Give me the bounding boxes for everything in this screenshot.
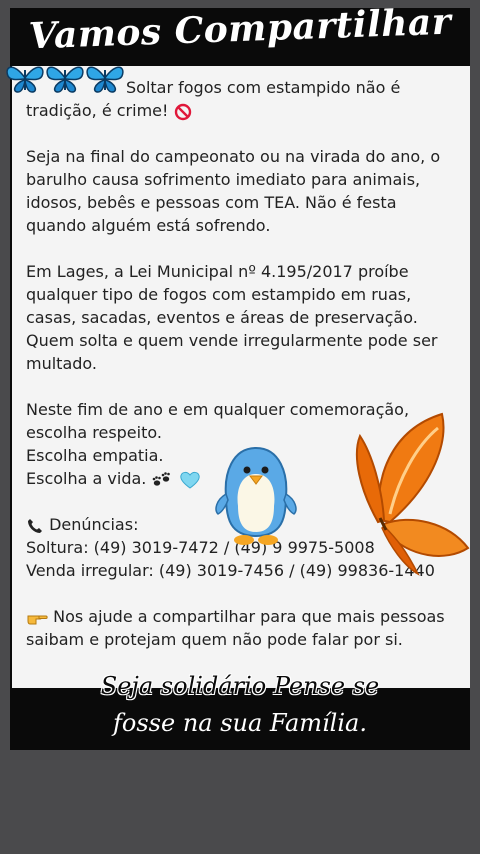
post-line: multado.	[26, 354, 97, 373]
post-line: qualquer tipo de fogos com estampido em …	[26, 285, 412, 304]
post-line: saibam e protejam quem não pode falar po…	[26, 630, 403, 649]
paw-prints-icon	[153, 471, 171, 486]
post-line: Quem solta e quem vende irregularmente p…	[26, 331, 438, 350]
post-line: Seja na final do campeonato ou na virada…	[26, 147, 441, 166]
footer-caption: Seja solidário Pense se fosse na sua Fam…	[0, 668, 480, 742]
footer-line: Seja solidário Pense se	[100, 672, 380, 700]
post-line-text: Escolha a vida.	[26, 469, 147, 488]
post-line: barulho causa sofrimento imediato para a…	[26, 170, 421, 189]
pointing-hand-icon	[27, 615, 48, 624]
post-line: casas, sacadas, eventos e áreas de prese…	[26, 308, 418, 327]
post-line-text: Denúncias:	[49, 515, 139, 534]
post-line: tradição, é crime!	[26, 99, 446, 122]
post-line: idosos, bebês e pessoas com TEA. Não é f…	[26, 193, 397, 212]
telephone-icon	[28, 518, 42, 533]
post-line: quando alguém está sofrendo.	[26, 216, 271, 235]
post-line-text: tradição, é crime!	[26, 101, 169, 120]
post-line-text: Nos ajude a compartilhar para que mais p…	[53, 607, 445, 626]
prohibited-icon	[174, 103, 191, 120]
footer-line: fosse na sua Família.	[113, 709, 367, 737]
post-line: Nos ajude a compartilhar para que mais p…	[26, 605, 446, 628]
post-line: Em Lages, a Lei Municipal nº 4.195/2017 …	[26, 262, 409, 281]
penguin-sticker	[215, 446, 297, 545]
orange-butterfly-sticker	[355, 412, 470, 576]
light-blue-heart-icon	[179, 471, 200, 489]
post-line: Soltar fogos com estampido não é	[126, 78, 401, 97]
